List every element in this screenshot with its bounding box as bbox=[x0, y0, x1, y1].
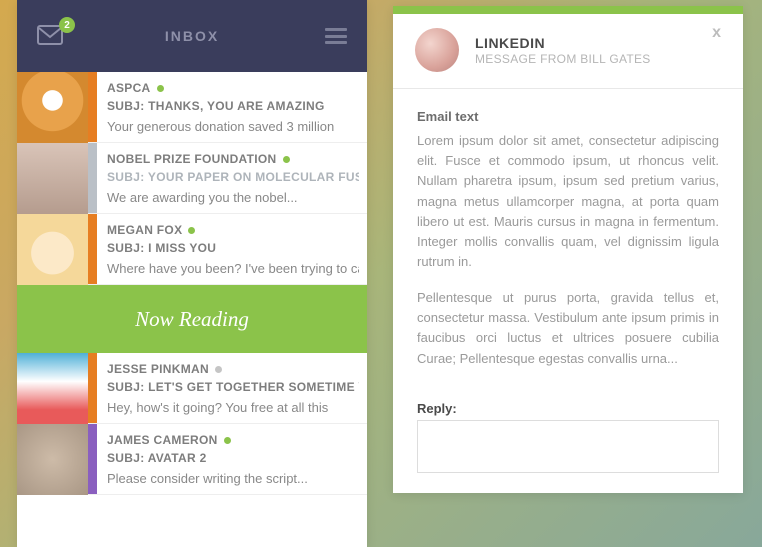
message-accent bbox=[88, 143, 97, 213]
message-accent bbox=[88, 424, 97, 494]
avatar bbox=[17, 143, 88, 214]
reader-title: LINKEDIN bbox=[475, 35, 651, 51]
avatar bbox=[17, 353, 88, 424]
message-subject: SUBJ: THANKS, YOU ARE AMAZING bbox=[107, 99, 359, 113]
email-paragraph: Lorem ipsum dolor sit amet, consectetur … bbox=[417, 131, 719, 272]
message-sender: ASPCA bbox=[107, 81, 359, 95]
now-reading-banner: Now Reading bbox=[17, 285, 367, 353]
message-preview: Your generous donation saved 3 million bbox=[107, 119, 359, 134]
close-icon[interactable]: x bbox=[712, 24, 721, 42]
message-subject: SUBJ: LET'S GET TOGETHER SOMETIME YO! bbox=[107, 380, 359, 394]
message-subject: SUBJ: I MISS YOU bbox=[107, 241, 359, 255]
reader-subtitle: MESSAGE FROM BILL GATES bbox=[475, 52, 651, 66]
reader-panel: LINKEDIN MESSAGE FROM BILL GATES x Email… bbox=[393, 6, 743, 493]
message-item[interactable]: NOBEL PRIZE FOUNDATION SUBJ: YOUR PAPER … bbox=[17, 143, 367, 214]
message-preview: We are awarding you the nobel... bbox=[107, 190, 359, 205]
email-paragraph: Pellentesque ut purus porta, gravida tel… bbox=[417, 288, 719, 369]
status-dot-icon bbox=[188, 227, 195, 234]
message-preview: Where have you been? I've been trying to… bbox=[107, 261, 359, 276]
mail-icon[interactable]: 2 bbox=[37, 25, 65, 47]
avatar bbox=[415, 28, 459, 72]
message-item[interactable]: JAMES CAMERON SUBJ: AVATAR 2 Please consi… bbox=[17, 424, 367, 495]
inbox-header: 2 INBOX bbox=[17, 0, 367, 72]
message-item[interactable]: JESSE PINKMAN SUBJ: LET'S GET TOGETHER S… bbox=[17, 353, 367, 424]
status-dot-icon bbox=[224, 437, 231, 444]
message-sender: NOBEL PRIZE FOUNDATION bbox=[107, 152, 359, 166]
message-subject: SUBJ: AVATAR 2 bbox=[107, 451, 359, 465]
status-dot-icon bbox=[215, 366, 222, 373]
email-text-label: Email text bbox=[417, 107, 719, 127]
message-sender: JESSE PINKMAN bbox=[107, 362, 359, 376]
message-item[interactable]: MEGAN FOX SUBJ: I MISS YOU Where have you… bbox=[17, 214, 367, 285]
message-accent bbox=[88, 72, 97, 142]
unread-badge: 2 bbox=[59, 17, 75, 33]
status-dot-icon bbox=[157, 85, 164, 92]
message-sender: JAMES CAMERON bbox=[107, 433, 359, 447]
message-subject: SUBJ: YOUR PAPER ON MOLECULAR FUSION bbox=[107, 170, 359, 184]
message-item[interactable]: ASPCA SUBJ: THANKS, YOU ARE AMAZING Your … bbox=[17, 72, 367, 143]
inbox-panel: 2 INBOX ASPCA SUBJ: THANKS, YOU ARE AMAZ… bbox=[17, 0, 367, 547]
message-preview: Hey, how's it going? You free at all thi… bbox=[107, 400, 359, 415]
message-accent bbox=[88, 214, 97, 284]
message-list: ASPCA SUBJ: THANKS, YOU ARE AMAZING Your … bbox=[17, 72, 367, 547]
message-accent bbox=[88, 353, 97, 423]
status-dot-icon bbox=[283, 156, 290, 163]
reader-body: Email text Lorem ipsum dolor sit amet, c… bbox=[393, 89, 743, 379]
reader-header: LINKEDIN MESSAGE FROM BILL GATES x bbox=[393, 14, 743, 89]
avatar bbox=[17, 214, 88, 285]
reply-input[interactable] bbox=[417, 420, 719, 473]
message-preview: Please consider writing the script... bbox=[107, 471, 359, 486]
avatar bbox=[17, 72, 88, 143]
menu-icon[interactable] bbox=[325, 28, 347, 44]
avatar bbox=[17, 424, 88, 495]
reply-label: Reply: bbox=[417, 401, 719, 416]
message-sender: MEGAN FOX bbox=[107, 223, 359, 237]
page-title: INBOX bbox=[165, 28, 219, 44]
